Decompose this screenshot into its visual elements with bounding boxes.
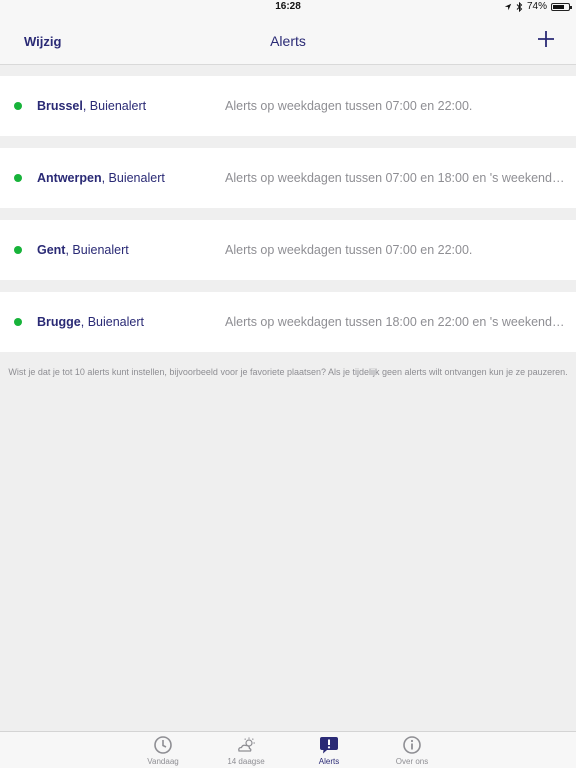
- alert-bubble-icon: [320, 737, 338, 754]
- alert-list: Brussel, Buienalert Alerts op weekdagen …: [0, 76, 576, 364]
- active-status-dot: [14, 174, 22, 182]
- plus-icon[interactable]: [536, 29, 556, 49]
- tab-label: Alerts: [318, 757, 340, 766]
- sun-cloud-icon: [238, 737, 255, 752]
- alert-name: Brugge, Buienalert: [37, 315, 144, 329]
- active-status-dot: [14, 246, 22, 254]
- alert-schedule: Alerts op weekdagen tussen 07:00 en 22:0…: [225, 99, 473, 113]
- alert-name: Brussel, Buienalert: [37, 99, 147, 113]
- alert-name: Antwerpen, Buienalert: [37, 171, 165, 185]
- tab-14-daagse[interactable]: 14 daagse: [216, 735, 276, 766]
- status-right: 74%: [504, 1, 572, 12]
- info-icon: [403, 736, 421, 754]
- active-status-dot: [14, 318, 22, 326]
- tab-bar: Vandaag 14 daagse Alerts Over ons: [0, 731, 576, 768]
- tab-alerts[interactable]: Alerts: [299, 735, 359, 766]
- clock-icon: [154, 736, 172, 754]
- alert-row[interactable]: Brussel, Buienalert Alerts op weekdagen …: [0, 76, 576, 136]
- status-bar: 16:28 74%: [0, 0, 576, 14]
- tab-vandaag[interactable]: Vandaag: [133, 735, 193, 766]
- location-arrow-icon: [504, 3, 512, 10]
- alert-name: Gent, Buienalert: [37, 243, 129, 257]
- status-time: 16:28: [275, 1, 301, 12]
- tab-label: Over ons: [395, 757, 429, 766]
- page-title: Alerts: [270, 33, 306, 49]
- alert-row[interactable]: Antwerpen, Buienalert Alerts op weekdage…: [0, 148, 576, 208]
- tab-label: 14 daagse: [227, 757, 265, 766]
- bluetooth-icon: [516, 1, 523, 12]
- alert-row[interactable]: Gent, Buienalert Alerts op weekdagen tus…: [0, 220, 576, 280]
- active-status-dot: [14, 102, 22, 110]
- battery-fill: [553, 4, 565, 9]
- tab-label: Vandaag: [147, 757, 179, 766]
- nav-bar: Wijzig Alerts: [0, 14, 576, 65]
- info-text: Wist je dat je tot 10 alerts kunt instel…: [8, 367, 568, 377]
- battery-icon: [551, 2, 572, 11]
- alert-schedule: Alerts op weekdagen tussen 07:00 en 22:0…: [225, 243, 473, 257]
- battery-percentage: 74%: [526, 1, 547, 12]
- alert-schedule: Alerts op weekdagen tussen 07:00 en 18:0…: [225, 171, 565, 185]
- tab-over-ons[interactable]: Over ons: [382, 735, 442, 766]
- alert-schedule: Alerts op weekdagen tussen 18:00 en 22:0…: [225, 315, 565, 329]
- alert-row[interactable]: Brugge, Buienalert Alerts op weekdagen t…: [0, 292, 576, 352]
